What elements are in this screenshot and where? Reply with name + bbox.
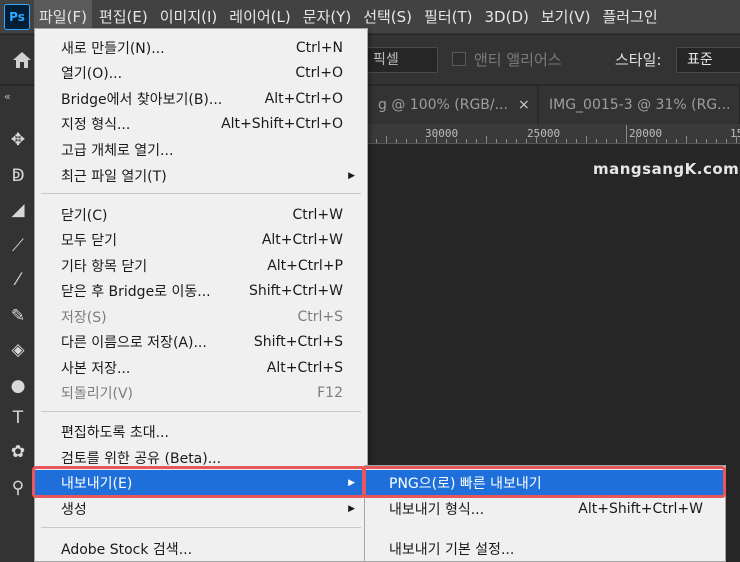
menu-item-save-as[interactable]: 다른 이름으로 저장(A)... Shift+Ctrl+S — [35, 329, 367, 354]
ruler-tick — [626, 125, 627, 143]
menu-item-open-recent[interactable]: 최근 파일 열기(T) ▶ — [35, 163, 367, 188]
ruler-tick — [726, 139, 727, 143]
shape-tool-icon[interactable]: ✿ — [8, 442, 28, 462]
feather-input[interactable]: 픽셀 — [366, 47, 438, 73]
menu-item-export-preferences[interactable]: 내보내기 기본 설정... — [365, 536, 725, 561]
menu-item-quick-export-png[interactable]: PNG으(로) 빠른 내보내기 — [365, 470, 725, 495]
ruler-tick — [576, 139, 577, 143]
ruler-tick — [506, 139, 507, 143]
ruler-tick — [566, 139, 567, 143]
ruler-tick — [686, 136, 687, 143]
menu-item-open-as[interactable]: 지정 형식... Alt+Shift+Ctrl+O — [35, 111, 367, 136]
ruler-tick — [556, 139, 557, 143]
tab-document-2[interactable]: IMG_0015-3 @ 31% (RG... — [539, 86, 740, 124]
tools-panel: « ✥ ↁ ◢ ⟋ ⁄ ✎ ◈ ● T ✿ ⚲ — [0, 86, 36, 562]
ruler-tick — [666, 139, 667, 143]
close-icon[interactable]: × — [518, 97, 530, 113]
menu-separator — [41, 411, 361, 412]
menu-separator — [41, 193, 361, 194]
ruler-tick — [536, 136, 537, 143]
ruler-tick — [486, 136, 487, 143]
brush-tool-icon[interactable]: ⁄ — [8, 270, 28, 290]
tab-label: IMG_0015-3 @ 31% (RG... — [549, 97, 731, 113]
menu-item-open[interactable]: 열기(O)... Ctrl+O — [35, 60, 367, 85]
ruler-tick — [716, 139, 717, 143]
ruler-tick — [736, 136, 737, 143]
ruler-label: 15 — [730, 127, 740, 140]
menu-plugins[interactable]: 플러그인 — [597, 0, 662, 34]
antialias-label: 앤티 앨리어스 — [474, 51, 562, 69]
ruler-tick — [416, 139, 417, 143]
menu-item-share-review[interactable]: 검토를 위한 공유 (Beta)... — [35, 445, 367, 470]
style-label: 스타일: — [615, 51, 662, 69]
menu-item-open-smart-object[interactable]: 고급 개체로 열기... — [35, 137, 367, 162]
file-menu-dropdown: 새로 만들기(N)... Ctrl+N 열기(O)... Ctrl+O Bridge… — [34, 28, 368, 562]
ruler-tick — [596, 139, 597, 143]
watermark: mangsangK.com — [593, 160, 740, 178]
ruler-tick — [396, 139, 397, 143]
ruler-tick — [706, 139, 707, 143]
menu-item-close[interactable]: 닫기(C) Ctrl+W — [35, 202, 367, 227]
menu-item-close-others[interactable]: 기타 항목 닫기 Alt+Ctrl+P — [35, 253, 367, 278]
menu-item-close-all[interactable]: 모두 닫기 Alt+Ctrl+W — [35, 227, 367, 252]
ruler-tick — [636, 136, 637, 143]
menu-view[interactable]: 보기(V) — [536, 0, 596, 34]
ruler-tick — [446, 139, 447, 143]
ruler-tick — [456, 139, 457, 143]
menu-item-export[interactable]: 내보내기(E) ▶ — [35, 470, 367, 495]
export-submenu: PNG으(로) 빠른 내보내기 내보내기 형식... Alt+Shift+Ctrl… — [364, 465, 726, 562]
ruler-tick — [386, 136, 387, 143]
menu-item-browse-bridge[interactable]: Bridge에서 찾아보기(B)... Alt+Ctrl+O — [35, 86, 367, 111]
style-select[interactable]: 표준 — [676, 47, 740, 73]
eyedropper-tool-icon[interactable]: ⟋ — [8, 236, 28, 256]
tab-document-1[interactable]: g @ 100% (RGB/... × — [368, 86, 538, 124]
menu-item-export-as[interactable]: 내보내기 형식... Alt+Shift+Ctrl+W — [365, 496, 725, 521]
ruler-tick — [406, 139, 407, 143]
ruler-tick — [476, 139, 477, 143]
ruler-tick — [376, 139, 377, 143]
ruler-tick — [436, 136, 437, 143]
healing-tool-icon[interactable]: ✎ — [8, 306, 28, 326]
menu-item-save[interactable]: 저장(S) Ctrl+S — [35, 304, 367, 329]
home-icon[interactable] — [12, 51, 32, 69]
menu-3d[interactable]: 3D(D) — [480, 0, 534, 34]
menu-item-save-copy[interactable]: 사본 저장... Alt+Ctrl+S — [35, 355, 367, 380]
menu-filter[interactable]: 필터(T) — [419, 0, 477, 34]
ruler-tick — [696, 139, 697, 143]
menu-item-invite-edit[interactable]: 편집하도록 초대... — [35, 419, 367, 444]
menu-separator — [41, 527, 361, 528]
menu-item-generate[interactable]: 생성 ▶ — [35, 496, 367, 521]
submenu-arrow-icon: ▶ — [348, 503, 355, 514]
submenu-arrow-icon: ▶ — [348, 477, 355, 488]
move-tool-icon[interactable]: ✥ — [8, 130, 28, 150]
antialias-checkbox[interactable] — [452, 52, 466, 66]
ruler-tick — [586, 136, 587, 143]
menu-item-adobe-stock[interactable]: Adobe Stock 검색... — [35, 536, 367, 561]
menu-item-close-go-bridge[interactable]: 닫은 후 Bridge로 이동... Shift+Ctrl+W — [35, 278, 367, 303]
ruler-tick — [496, 139, 497, 143]
ruler-tick — [546, 139, 547, 143]
ruler-tick — [646, 139, 647, 143]
ruler-tick — [656, 139, 657, 143]
ruler-tick — [426, 139, 427, 143]
ruler-tick — [606, 139, 607, 143]
menu-item-revert[interactable]: 되돌리기(V) F12 — [35, 380, 367, 405]
tab-label: g @ 100% (RGB/... — [378, 97, 508, 113]
submenu-arrow-icon: ▶ — [348, 170, 355, 181]
collapse-panel-icon[interactable]: « — [4, 90, 11, 103]
zoom-tool-icon[interactable]: ⚲ — [8, 478, 28, 498]
type-tool-icon[interactable]: T — [8, 408, 28, 428]
photoshop-logo: Ps — [4, 3, 30, 30]
ruler-tick — [526, 139, 527, 143]
ruler-tick — [616, 139, 617, 143]
dodge-tool-icon[interactable]: ● — [8, 376, 28, 396]
ruler-tick — [516, 139, 517, 143]
quick-select-tool-icon[interactable]: ◢ — [8, 200, 28, 220]
paint-bucket-tool-icon[interactable]: ◈ — [8, 340, 28, 360]
ruler-tick — [466, 139, 467, 143]
lasso-tool-icon[interactable]: ↁ — [8, 166, 28, 186]
ruler-tick — [676, 139, 677, 143]
menu-item-new[interactable]: 새로 만들기(N)... Ctrl+N — [35, 35, 367, 60]
ruler-label: 30000 — [425, 127, 459, 140]
